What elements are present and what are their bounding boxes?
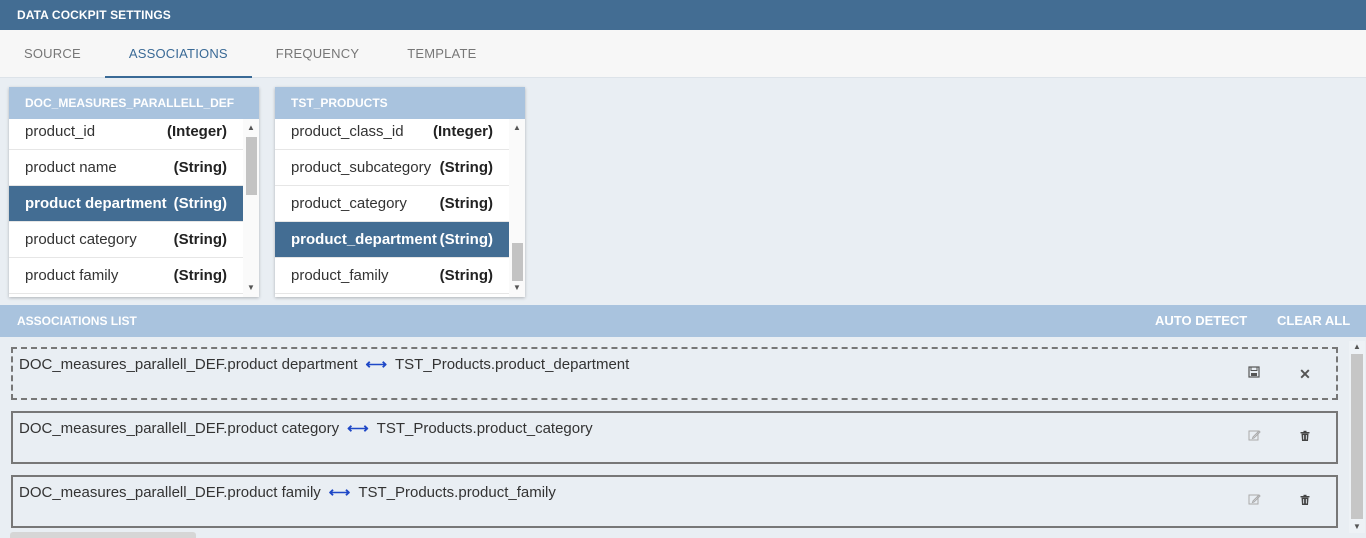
scroll-down-icon[interactable]: ▼ <box>243 281 259 295</box>
associations-list: DOC_measures_parallell_DEF.product depar… <box>0 337 1366 538</box>
right-field-row[interactable]: product_subcategory (String) <box>275 150 509 186</box>
field-type: (String) <box>439 267 493 284</box>
scroll-thumb[interactable] <box>512 243 523 281</box>
field-name: product_class_id <box>291 123 404 140</box>
field-type: (String) <box>439 231 493 248</box>
scroll-down-icon[interactable]: ▼ <box>509 281 525 295</box>
association-row[interactable]: DOC_measures_parallell_DEF.product famil… <box>11 475 1338 528</box>
trash-icon[interactable] <box>1296 493 1314 511</box>
scroll-thumb[interactable] <box>1351 354 1363 519</box>
auto-detect-button[interactable]: AUTO DETECT <box>1155 305 1247 337</box>
field-type: (String) <box>173 159 227 176</box>
horizontal-scrollbar[interactable] <box>10 532 196 538</box>
field-type: (String) <box>439 159 493 176</box>
window-title: DATA COCKPIT SETTINGS <box>0 0 1366 30</box>
tab-template[interactable]: TEMPLATE <box>383 30 500 78</box>
scroll-up-icon[interactable]: ▲ <box>509 121 525 135</box>
field-name: product_department <box>291 231 437 248</box>
association-text: DOC_measures_parallell_DEF.product famil… <box>19 483 556 501</box>
tab-source[interactable]: SOURCE <box>0 30 105 78</box>
scroll-up-icon[interactable]: ▲ <box>1349 341 1365 353</box>
double-arrow-icon: ⟷ <box>347 420 369 437</box>
association-right-field: TST_Products.product_family <box>358 484 556 501</box>
right-field-row[interactable]: product_family (String) <box>275 258 509 294</box>
tab-associations[interactable]: ASSOCIATIONS <box>104 30 252 78</box>
right-table-name: TST_PRODUCTS <box>275 87 525 119</box>
close-icon[interactable]: ✕ <box>1296 365 1314 383</box>
trash-icon[interactable] <box>1296 429 1314 447</box>
field-type: (Integer) <box>167 123 227 140</box>
scroll-down-icon[interactable]: ▼ <box>1349 521 1365 533</box>
association-left-field: DOC_measures_parallell_DEF.product famil… <box>19 484 321 501</box>
left-table-panel: DOC_MEASURES_PARALLELL_DEF product_id (I… <box>9 87 259 297</box>
left-field-row-selected[interactable]: product department (String) <box>9 186 243 222</box>
right-table-scrollbar[interactable]: ▲ ▼ <box>509 119 525 297</box>
left-field-row[interactable]: product_id (Integer) <box>9 119 243 150</box>
association-row-editing[interactable]: DOC_measures_parallell_DEF.product depar… <box>11 347 1338 400</box>
field-type: (String) <box>173 195 227 212</box>
field-name: product_subcategory <box>291 159 432 176</box>
associations-list-header: ASSOCIATIONS LIST AUTO DETECT CLEAR ALL <box>0 305 1366 337</box>
field-type: (String) <box>173 267 227 284</box>
association-left-field: DOC_measures_parallell_DEF.product categ… <box>19 420 340 437</box>
field-name: product family <box>25 267 119 284</box>
left-table-scrollbar[interactable]: ▲ ▼ <box>243 119 259 297</box>
field-name: product name <box>25 159 117 176</box>
field-type: (String) <box>173 231 227 248</box>
right-table-panel: TST_PRODUCTS product_class_id (Integer) … <box>275 87 525 297</box>
left-field-row[interactable]: product family (String) <box>9 258 243 294</box>
association-left-field: DOC_measures_parallell_DEF.product depar… <box>19 356 358 373</box>
association-row[interactable]: DOC_measures_parallell_DEF.product categ… <box>11 411 1338 464</box>
right-field-row-selected[interactable]: product_department (String) <box>275 222 509 258</box>
double-arrow-icon: ⟷ <box>365 356 388 373</box>
edit-icon[interactable] <box>1245 493 1263 511</box>
field-type: (String) <box>439 195 493 212</box>
edit-icon[interactable] <box>1245 429 1263 447</box>
associations-scrollbar[interactable]: ▲ ▼ <box>1349 341 1365 533</box>
scroll-up-icon[interactable]: ▲ <box>243 121 259 135</box>
association-right-field: TST_Products.product_department <box>395 356 630 373</box>
field-type: (Integer) <box>433 123 493 140</box>
clear-all-button[interactable]: CLEAR ALL <box>1277 305 1350 337</box>
tab-frequency[interactable]: FREQUENCY <box>252 30 383 78</box>
left-table-name: DOC_MEASURES_PARALLELL_DEF <box>9 87 259 119</box>
association-text: DOC_measures_parallell_DEF.product depar… <box>19 355 629 373</box>
scroll-thumb[interactable] <box>246 137 257 195</box>
field-name: product category <box>25 231 137 248</box>
association-text: DOC_measures_parallell_DEF.product categ… <box>19 419 593 437</box>
associations-list-title: ASSOCIATIONS LIST <box>17 314 137 328</box>
right-field-list: product_class_id (Integer) product_subca… <box>275 119 509 297</box>
field-name: product_family <box>291 267 389 284</box>
right-field-row[interactable]: product_category (String) <box>275 186 509 222</box>
association-right-field: TST_Products.product_category <box>376 420 593 437</box>
left-field-row[interactable]: product name (String) <box>9 150 243 186</box>
tab-bar: SOURCE ASSOCIATIONS FREQUENCY TEMPLATE <box>0 30 1366 78</box>
left-field-list: product_id (Integer) product name (Strin… <box>9 119 243 297</box>
right-field-row[interactable]: product_class_id (Integer) <box>275 119 509 150</box>
save-icon[interactable] <box>1245 365 1263 383</box>
field-name: product department <box>25 195 167 212</box>
double-arrow-icon: ⟷ <box>328 484 351 501</box>
field-name: product_id <box>25 123 96 140</box>
left-field-row[interactable]: product category (String) <box>9 222 243 258</box>
field-name: product_category <box>291 195 407 212</box>
